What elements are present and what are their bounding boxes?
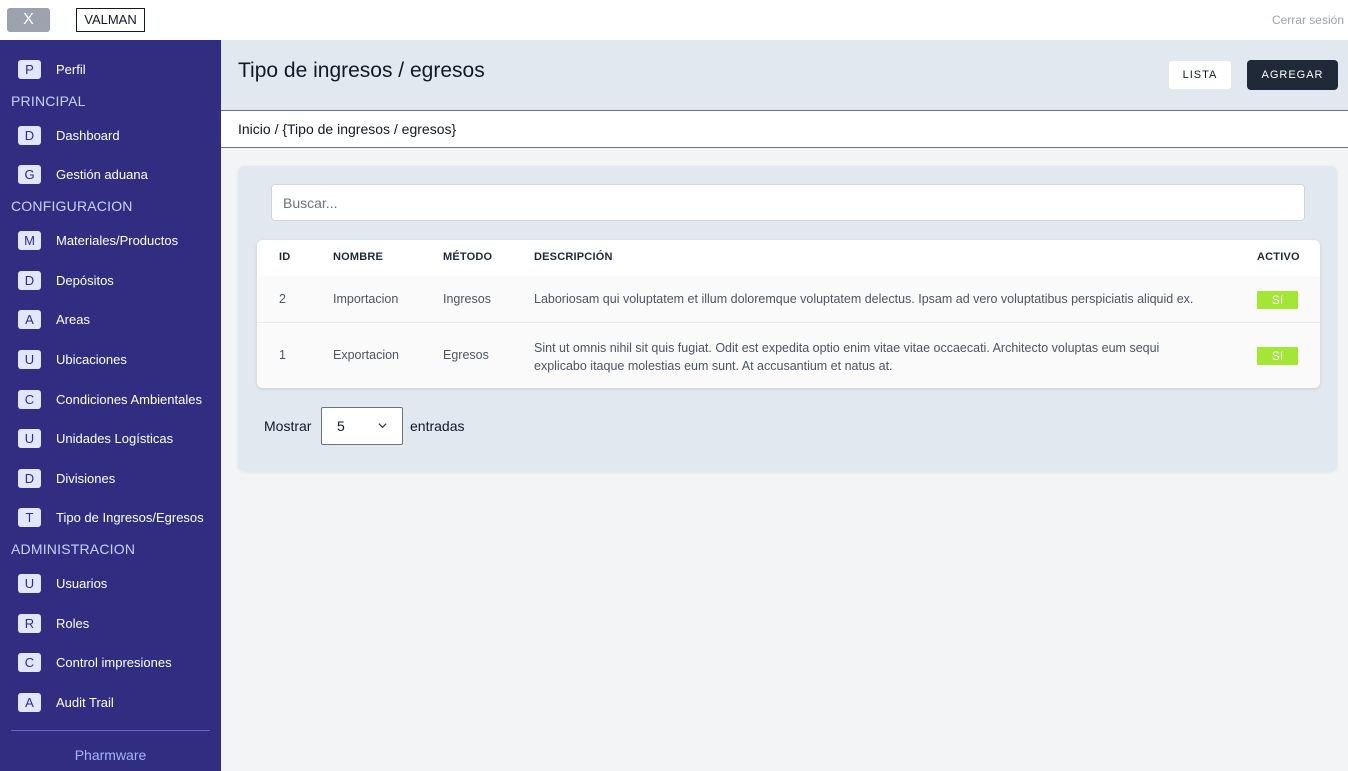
page-size-select[interactable]: 5 [321, 407, 403, 445]
status-badge: Sí [1257, 347, 1298, 365]
sidebar-item-label: Condiciones Ambientales [56, 391, 202, 407]
cell-id: 2 [279, 292, 286, 306]
lista-button[interactable]: LISTA [1168, 60, 1232, 90]
sidebar-item-label: Control impresiones [56, 654, 172, 670]
sidebar-footer: Pharmware [74, 747, 147, 763]
sidebar-divider [11, 730, 210, 731]
column-header-metodo[interactable]: MÉTODO [443, 251, 492, 263]
page-header: Tipo de ingresos / egresos LISTA AGREGAR [221, 40, 1348, 111]
close-sidebar-button[interactable]: X [7, 8, 50, 32]
sidebar-item-badge: U [18, 349, 41, 369]
sidebar-item-gestion-aduana[interactable]: G Gestión aduana [18, 163, 148, 185]
sidebar-item-label: Ubicaciones [56, 351, 127, 367]
sidebar-item-badge: T [18, 507, 41, 527]
cell-nombre: Importacion [333, 292, 399, 306]
table-row[interactable]: 2 Importacion Ingresos Laboriosam qui vo… [257, 276, 1320, 323]
sidebar-item-ubicaciones[interactable]: U Ubicaciones [18, 348, 127, 370]
cell-metodo: Egresos [443, 348, 489, 362]
sidebar-item-label: Materiales/Productos [56, 232, 179, 248]
column-header-activo[interactable]: ACTIVO [1257, 251, 1300, 263]
sidebar-item-badge: P [18, 59, 41, 79]
sidebar-item-badge: R [18, 613, 41, 633]
sidebar-item-dashboard[interactable]: D Dashboard [18, 124, 120, 146]
sidebar-item-badge: U [18, 573, 41, 593]
sidebar-section-configuracion: CONFIGURACION [11, 198, 133, 214]
sidebar-item-depositos[interactable]: D Depósitos [18, 269, 114, 291]
brand-logo: VALMAN [76, 8, 145, 32]
sidebar-item-usuarios[interactable]: U Usuarios [18, 572, 107, 594]
status-badge: Sí [1257, 291, 1298, 309]
sidebar-item-label: Tipo de Ingresos/Egresos [56, 509, 204, 525]
search-input[interactable] [271, 184, 1305, 221]
breadcrumb-text: Inicio / {Tipo de ingresos / egresos} [238, 121, 457, 137]
column-header-id[interactable]: ID [279, 251, 290, 263]
sidebar-item-badge: D [18, 468, 41, 488]
content-card: ID NOMBRE MÉTODO DESCRIPCIÓN ACTIVO 2 Im… [238, 166, 1337, 471]
sidebar-item-label: Gestión aduana [56, 166, 148, 182]
top-bar: X VALMAN Cerrar sesión [0, 0, 1348, 40]
sidebar: P Perfil PRINCIPAL D Dashboard G Gestión… [0, 40, 221, 771]
cell-descripcion: Sint ut omnis nihil sit quis fugiat. Odi… [534, 341, 1160, 373]
sidebar-item-label: Roles [56, 615, 90, 631]
sidebar-item-label: Areas [56, 311, 90, 327]
sidebar-item-badge: D [18, 270, 41, 290]
cell-metodo: Ingresos [443, 292, 491, 306]
sidebar-section-principal: PRINCIPAL [11, 93, 86, 109]
sidebar-item-perfil[interactable]: P Perfil [18, 58, 86, 80]
sidebar-item-badge: C [18, 652, 41, 672]
sidebar-item-divisiones[interactable]: D Divisiones [18, 467, 115, 489]
page-size-value: 5 [337, 418, 345, 434]
page-title: Tipo de ingresos / egresos [238, 59, 485, 82]
column-header-descripcion[interactable]: DESCRIPCIÓN [534, 251, 613, 263]
sidebar-item-label: Divisiones [56, 470, 116, 486]
sidebar-item-badge: U [18, 428, 41, 448]
agregar-button[interactable]: AGREGAR [1247, 60, 1338, 90]
sidebar-item-badge: A [18, 309, 41, 329]
sidebar-item-label: Audit Trail [56, 694, 114, 710]
show-entries-label: Mostrar [264, 418, 312, 434]
sidebar-item-audit-trail[interactable]: A Audit Trail [18, 691, 114, 713]
chevron-down-icon [378, 423, 387, 429]
cell-nombre: Exportacion [333, 348, 400, 362]
sidebar-item-badge: G [18, 164, 41, 184]
sidebar-item-label: Usuarios [56, 575, 108, 591]
sidebar-item-badge: C [18, 389, 41, 409]
sidebar-item-materiales[interactable]: M Materiales/Productos [18, 229, 178, 251]
sidebar-item-areas[interactable]: A Areas [18, 308, 90, 330]
column-header-nombre[interactable]: NOMBRE [333, 251, 383, 263]
data-table: ID NOMBRE MÉTODO DESCRIPCIÓN ACTIVO 2 Im… [257, 240, 1320, 388]
sidebar-item-badge: A [18, 692, 41, 712]
cell-id: 1 [279, 348, 286, 362]
sidebar-section-administracion: ADMINISTRACION [11, 541, 136, 557]
sidebar-item-badge: D [18, 125, 41, 145]
sidebar-item-label: Dashboard [56, 127, 120, 143]
sidebar-item-roles[interactable]: R Roles [18, 612, 89, 634]
sidebar-item-tipo-ingresos-egresos[interactable]: T Tipo de Ingresos/Egresos [18, 506, 204, 528]
sidebar-item-condiciones-ambientales[interactable]: C Condiciones Ambientales [18, 388, 202, 410]
breadcrumb: Inicio / {Tipo de ingresos / egresos} [221, 111, 1348, 148]
sidebar-item-label: Unidades Logísticas [56, 430, 174, 446]
sidebar-item-control-impresiones[interactable]: C Control impresiones [18, 651, 172, 673]
table-row[interactable]: 1 Exportacion Egresos Sint ut omnis nihi… [257, 324, 1320, 388]
logout-link[interactable]: Cerrar sesión [1272, 13, 1344, 27]
entries-label: entradas [410, 418, 465, 434]
sidebar-item-badge: M [18, 230, 41, 250]
cell-descripcion: Laboriosam qui voluptatem et illum dolor… [534, 292, 1194, 306]
sidebar-item-unidades-logisticas[interactable]: U Unidades Logísticas [18, 427, 173, 449]
sidebar-item-label: Perfil [56, 61, 86, 77]
sidebar-item-label: Depósitos [56, 272, 114, 288]
